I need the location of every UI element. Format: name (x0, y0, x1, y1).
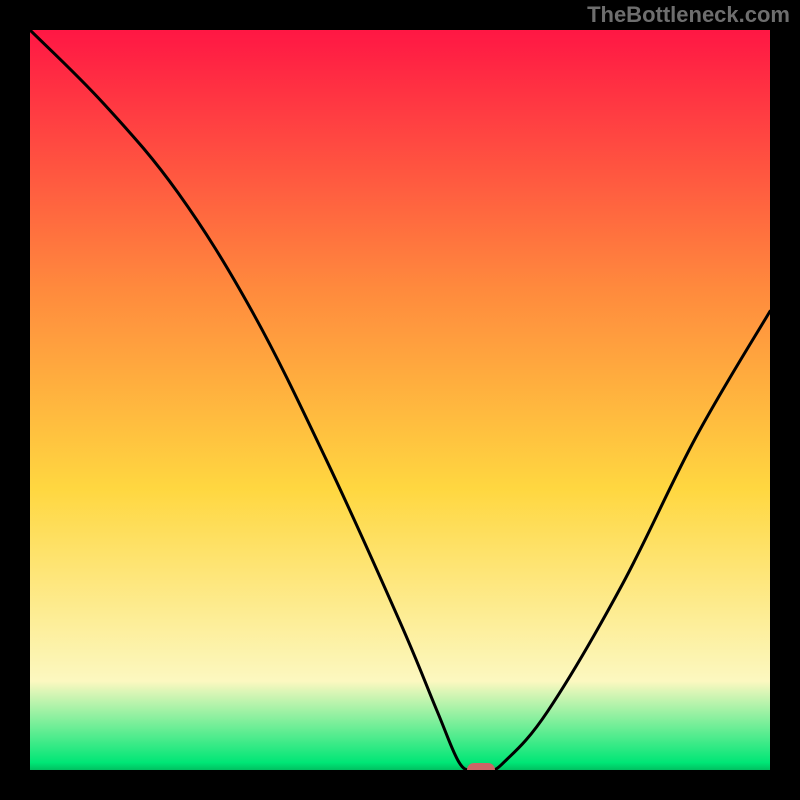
plot-area (30, 30, 770, 770)
bottleneck-curve (30, 30, 770, 770)
attribution-text: TheBottleneck.com (587, 2, 790, 28)
optimal-point-marker (467, 763, 495, 770)
chart-container: TheBottleneck.com (0, 0, 800, 800)
